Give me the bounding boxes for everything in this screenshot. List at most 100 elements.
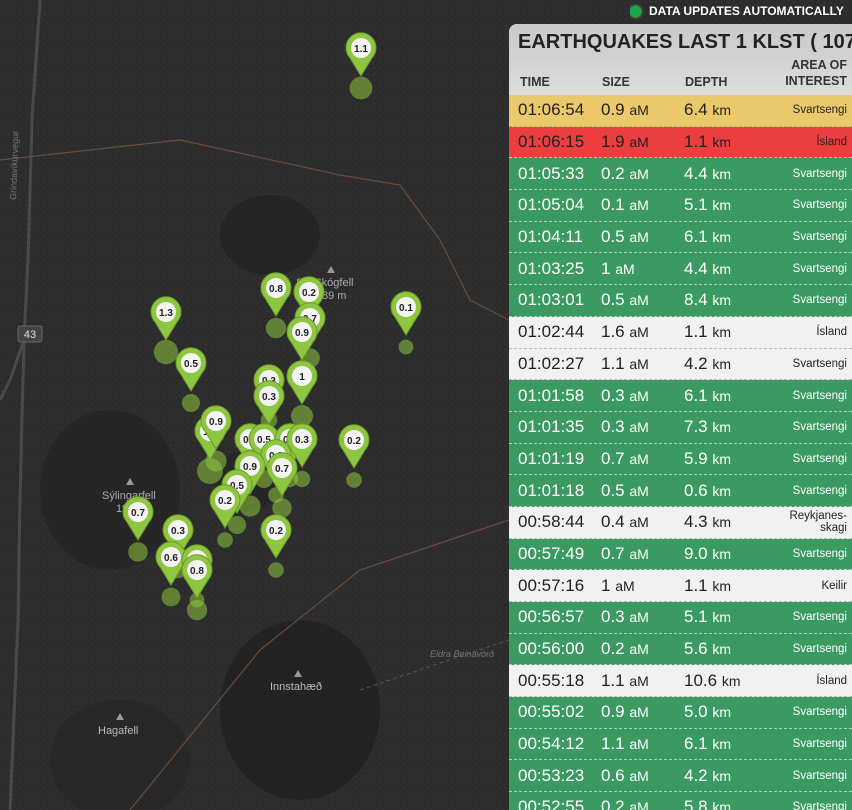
- table-row[interactable]: 00:52:55 0.2 aM 5.8 km Svartsengi: [509, 792, 852, 810]
- quake-area-line1: Svartsengi: [792, 769, 847, 782]
- quake-size-value: 0.5: [601, 290, 625, 310]
- quake-time: 00:55:02: [518, 702, 585, 722]
- quake-size: 0.2 aM: [601, 164, 649, 184]
- quake-depth-unit: km: [712, 419, 732, 436]
- quake-depth-unit: km: [712, 324, 732, 341]
- quake-area-line1: Svartsengi: [792, 611, 847, 624]
- quake-size: 0.3 aM: [601, 386, 649, 406]
- quake-depth-unit: km: [712, 736, 732, 753]
- quake-depth-unit: km: [712, 134, 732, 151]
- terrain-dark-area: [220, 620, 380, 800]
- marker-halo: [346, 472, 362, 488]
- quake-area: Svartsengi: [793, 168, 847, 180]
- quake-size-unit: aM: [615, 260, 635, 277]
- table-row[interactable]: 01:02:44 1.6 aM 1.1 km Ísland: [509, 316, 852, 349]
- place-label-eldra: Eldra Beinavörð: [430, 649, 494, 659]
- earthquake-list-panel: EARTHQUAKES LAST 1 KLST ( 107 ) TIME SIZ…: [509, 24, 852, 810]
- quake-depth-unit: km: [712, 641, 732, 658]
- table-row[interactable]: 00:55:02 0.9 aM 5.0 km Svartsengi: [509, 697, 852, 729]
- table-row[interactable]: 01:05:33 0.2 aM 4.4 km Svartsengi: [509, 158, 852, 191]
- quake-size-unit: aM: [629, 102, 649, 119]
- marker-magnitude: 0.9: [209, 417, 223, 428]
- quake-depth-value: 0.6: [684, 480, 708, 500]
- quake-depth-unit: km: [712, 387, 732, 404]
- quake-size: 0.5 aM: [601, 481, 649, 501]
- quake-size-value: 1.1: [601, 670, 625, 690]
- column-header-area-line1: AREA OF: [791, 58, 847, 72]
- table-row[interactable]: 01:01:19 0.7 aM 5.9 km Svartsengi: [509, 443, 852, 476]
- quake-depth-value: 5.9: [684, 448, 708, 468]
- table-row[interactable]: 00:57:49 0.7 aM 9.0 km Svartsengi: [509, 538, 852, 571]
- table-row[interactable]: 00:56:57 0.3 aM 5.1 km Svartsengi: [509, 602, 852, 634]
- marker-magnitude: 0.3: [171, 526, 185, 537]
- marker-magnitude: 0.2: [269, 526, 283, 537]
- table-row[interactable]: 01:05:04 0.1 aM 5.1 km Svartsengi: [509, 190, 852, 222]
- quake-depth-value: 7.3: [684, 417, 708, 437]
- quake-size-unit: aM: [629, 229, 649, 246]
- quake-size: 1.6 aM: [601, 322, 649, 342]
- table-row[interactable]: 00:57:16 1 aM 1.1 km Keilir: [509, 570, 852, 602]
- quake-size-unit: aM: [629, 545, 649, 562]
- marker-halo: [268, 562, 284, 578]
- table-row[interactable]: 01:03:25 1 aM 4.4 km Svartsengi: [509, 253, 852, 286]
- quake-depth-unit: km: [712, 165, 732, 182]
- quake-area-line1: Svartsengi: [792, 262, 847, 275]
- marker-magnitude: 1.3: [159, 308, 173, 319]
- quake-area-line1: Reykjanes-: [789, 510, 847, 523]
- table-row[interactable]: 00:56:00 0.2 aM 5.6 km Svartsengi: [509, 633, 852, 666]
- quake-size-unit: aM: [629, 134, 649, 151]
- quake-time: 00:53:23: [518, 765, 585, 785]
- quake-size-value: 0.3: [601, 607, 625, 627]
- quake-area: Svartsengi: [793, 294, 847, 306]
- quake-size: 0.3 aM: [601, 417, 649, 437]
- column-header-time[interactable]: TIME: [520, 75, 550, 89]
- quake-depth-unit: km: [712, 609, 732, 626]
- quake-depth: 6.1 km: [684, 734, 731, 754]
- marker-halo: [398, 339, 414, 355]
- quake-depth: 5.0 km: [684, 702, 731, 722]
- table-row[interactable]: 01:04:11 0.5 aM 6.1 km Svartsengi: [509, 221, 852, 254]
- quake-size-unit: aM: [629, 419, 649, 436]
- marker-halo: [265, 317, 287, 339]
- table-row[interactable]: 01:01:35 0.3 aM 7.3 km Svartsengi: [509, 411, 852, 444]
- quake-size: 0.6 aM: [601, 766, 649, 786]
- quake-size-unit: aM: [629, 704, 649, 721]
- quake-depth: 5.8 km: [684, 797, 731, 810]
- table-row[interactable]: 00:55:18 1.1 aM 10.6 km Ísland: [509, 665, 852, 698]
- quake-depth: 4.2 km: [684, 354, 731, 374]
- table-row[interactable]: 01:01:18 0.5 aM 0.6 km Svartsengi: [509, 475, 852, 507]
- table-row[interactable]: 00:54:12 1.1 aM 6.1 km Svartsengi: [509, 728, 852, 761]
- quake-size-unit: aM: [629, 767, 649, 784]
- quake-depth: 4.3 km: [684, 512, 731, 532]
- quake-size: 1.1 aM: [601, 354, 649, 374]
- quake-depth: 4.4 km: [684, 259, 731, 279]
- quake-depth-unit: km: [712, 355, 732, 372]
- table-row[interactable]: 00:53:23 0.6 aM 4.2 km Svartsengi: [509, 760, 852, 793]
- quake-size-unit: aM: [629, 672, 649, 689]
- quake-area-line1: Svartsengi: [792, 738, 847, 751]
- quake-time: 01:01:19: [518, 448, 585, 468]
- marker-magnitude: 0.5: [184, 359, 198, 370]
- quake-depth: 0.6 km: [684, 481, 731, 501]
- quake-area: Svartsengi: [793, 611, 847, 623]
- table-row[interactable]: 00:58:44 0.4 aM 4.3 km Reykjanes-skagi: [509, 506, 852, 539]
- column-header-depth[interactable]: DEPTH: [685, 75, 727, 89]
- quake-size-value: 0.6: [601, 765, 625, 785]
- column-header-area[interactable]: AREA OF INTEREST: [785, 57, 847, 89]
- quake-area-line1: Svartsengi: [792, 199, 847, 212]
- panel-header: EARTHQUAKES LAST 1 KLST ( 107 ) TIME SIZ…: [509, 24, 852, 95]
- quake-time: 01:06:15: [518, 132, 585, 152]
- quake-depth-unit: km: [712, 450, 732, 467]
- quake-depth-value: 6.1: [684, 227, 708, 247]
- table-row[interactable]: 01:03:01 0.5 aM 8.4 km Svartsengi: [509, 285, 852, 317]
- quake-size: 0.2 aM: [601, 639, 649, 659]
- quake-area-line1: Svartsengi: [792, 294, 847, 307]
- quake-depth: 5.1 km: [684, 607, 731, 627]
- table-row[interactable]: 01:02:27 1.1 aM 4.2 km Svartsengi: [509, 348, 852, 381]
- table-row[interactable]: 01:06:54 0.9 aM 6.4 km Svartsengi: [509, 95, 852, 127]
- quake-size: 1.9 aM: [601, 132, 649, 152]
- column-header-size[interactable]: SIZE: [602, 75, 630, 89]
- table-row[interactable]: 01:06:15 1.9 aM 1.1 km Ísland: [509, 126, 852, 159]
- quake-area: Svartsengi: [793, 199, 847, 211]
- table-row[interactable]: 01:01:58 0.3 aM 6.1 km Svartsengi: [509, 380, 852, 412]
